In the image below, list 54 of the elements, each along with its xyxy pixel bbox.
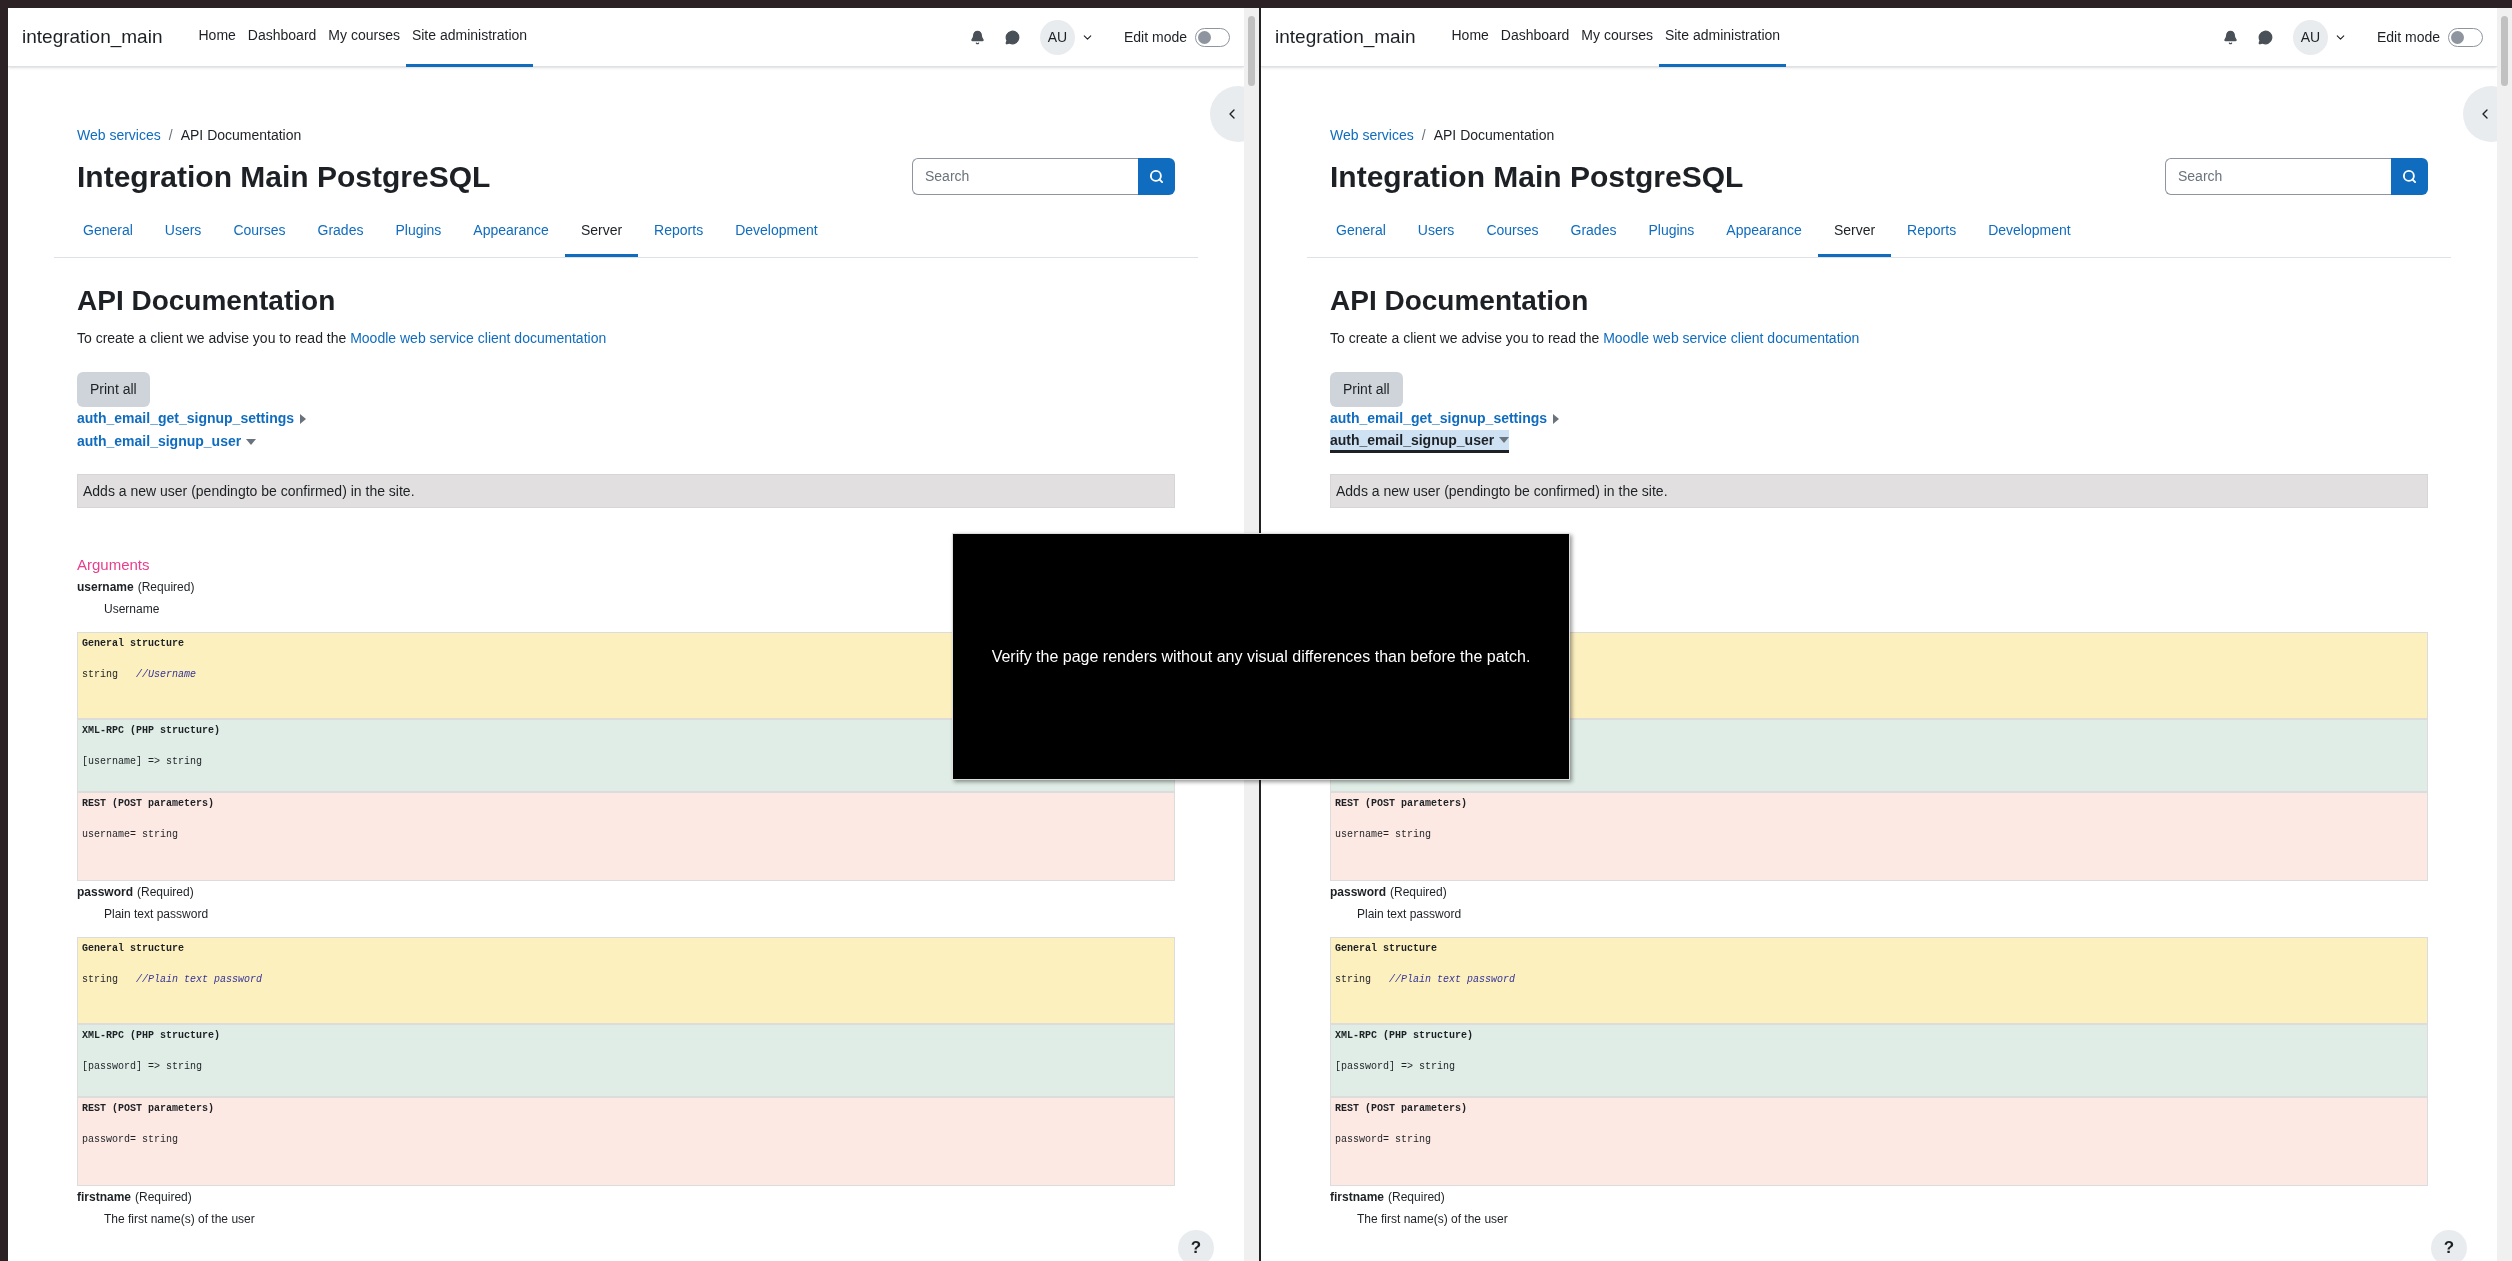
intro-text: To create a client we advise you to read the	[77, 330, 347, 346]
page-title: Integration Main PostgreSQL	[77, 158, 491, 195]
arguments-heading: Arguments	[77, 556, 150, 573]
required-label: (Required)	[137, 579, 195, 596]
code-text: [password] => string	[82, 1061, 203, 1072]
code-text: username= string	[82, 829, 178, 840]
required-label: (Required)	[1390, 884, 1447, 901]
argument-description: Plain text password	[104, 906, 209, 923]
required-label: (Required)	[137, 884, 194, 901]
code-text: string	[82, 974, 118, 985]
argument-name: firstname	[1330, 1189, 1385, 1206]
section-heading: API Documentation	[77, 284, 337, 318]
section-heading: API Documentation	[1330, 284, 1590, 318]
code-text: [username] => string	[82, 756, 203, 767]
required-label: (Required)	[1388, 1189, 1445, 1206]
code-text: password= string	[82, 1134, 178, 1145]
argument-description: Username	[104, 601, 160, 618]
code-comment: //Plain text password	[136, 974, 263, 985]
code-text: [password] => string	[1335, 1061, 1456, 1072]
code-block-title: XML-RPC (PHP structure)	[1335, 1030, 1474, 1041]
code-block-title: REST (POST parameters)	[82, 1103, 215, 1114]
required-label: (Required)	[135, 1189, 192, 1206]
code-block-title: REST (POST parameters)	[1335, 1103, 1468, 1114]
code-block-title: General structure	[82, 638, 185, 649]
code-block-title: General structure	[82, 943, 185, 954]
argument-description: The first name(s) of the user	[1357, 1211, 1508, 1228]
current-page-label: API Documentation	[180, 125, 302, 145]
intro-text: To create a client we advise you to read the	[1330, 330, 1600, 346]
message-overlay: Verify the page renders without any visual differences than before the patch.	[952, 533, 1570, 780]
code-text: string	[82, 669, 118, 680]
code-text: username= string	[1335, 829, 1431, 840]
argument-description: The first name(s) of the user	[104, 1211, 255, 1228]
code-text: string	[1335, 974, 1371, 985]
code-block-title: General structure	[1335, 943, 1438, 954]
description-box: Adds a new user (pendingto be confirmed) in the site.	[1330, 474, 2428, 508]
argument-name: firstname	[77, 1189, 132, 1206]
breadcrumb-separator: /	[1421, 125, 1426, 145]
code-block-title: REST (POST parameters)	[1335, 798, 1468, 809]
code-block-title: XML-RPC (PHP structure)	[82, 725, 221, 736]
code-comment: //Plain text password	[1389, 974, 1516, 985]
argument-name: username	[77, 579, 134, 596]
code-text: password= string	[1335, 1134, 1431, 1145]
page-title: Integration Main PostgreSQL	[1330, 158, 1744, 195]
code-comment: //Username	[136, 669, 197, 680]
argument-description: Plain text password	[1357, 906, 1462, 923]
current-page-label: API Documentation	[1433, 125, 1555, 145]
edit-mode-label: Edit mode	[1123, 27, 1187, 47]
argument-name: password	[77, 884, 133, 901]
description-box: Adds a new user (pendingto be confirmed) in the site.	[77, 474, 1175, 508]
argument-name: password	[1330, 884, 1386, 901]
code-block-title: REST (POST parameters)	[82, 798, 215, 809]
edit-mode-label: Edit mode	[2376, 27, 2440, 47]
code-block-title: XML-RPC (PHP structure)	[82, 1030, 221, 1041]
breadcrumb-separator: /	[168, 125, 173, 145]
